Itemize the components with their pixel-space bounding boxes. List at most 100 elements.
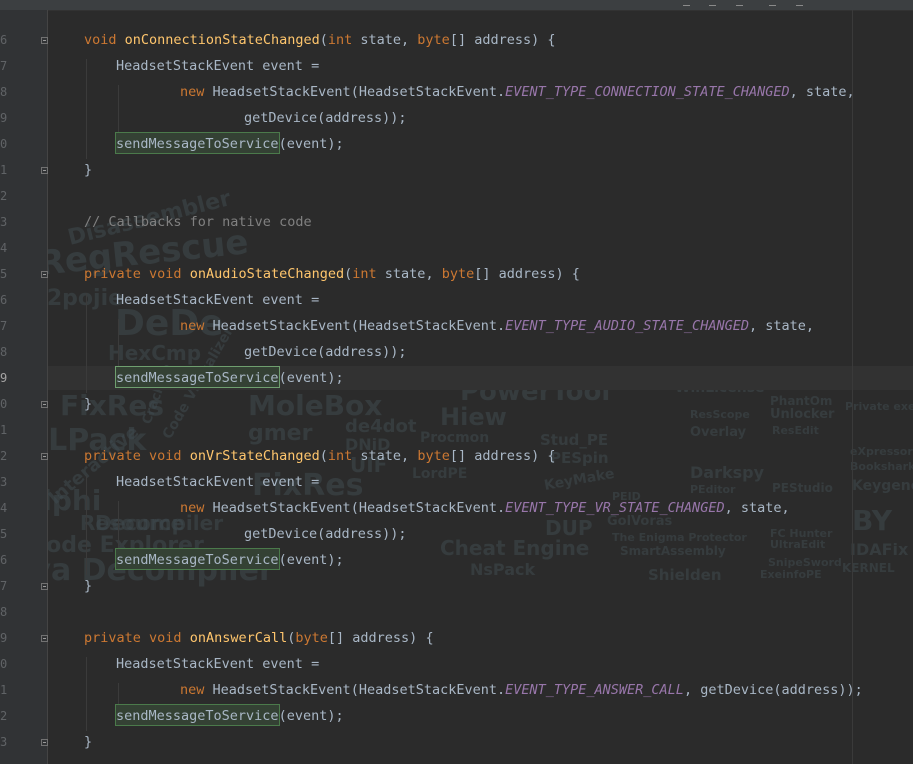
editor-top-toolbar: [0, 0, 913, 11]
code-line-argument[interactable]: getDevice(address));: [244, 339, 407, 365]
line-number: 7: [0, 579, 8, 593]
fold-marker-icon[interactable]: [41, 635, 48, 642]
line-number: 0: [0, 657, 8, 671]
line-number: 7: [0, 319, 8, 333]
code-line-constructor[interactable]: new HeadsetStackEvent(HeadsetStackEvent.…: [180, 495, 790, 521]
watermark-word: PEStudio: [772, 481, 833, 495]
fold-marker-icon[interactable]: [41, 167, 48, 174]
keyword-new: new: [180, 500, 205, 516]
highlighted-usage[interactable]: sendMessageToService: [115, 366, 280, 388]
fold-marker-icon[interactable]: [41, 453, 48, 460]
code-token: state,: [352, 32, 418, 48]
code-line-method-signature[interactable]: private void onVrStateChanged(int state,…: [84, 443, 556, 469]
indent-guide: [118, 319, 119, 371]
watermark-word: Resource: [80, 511, 184, 535]
fold-marker-icon[interactable]: [41, 271, 48, 278]
code-token: [] address) {: [449, 32, 556, 48]
code-token: , state,: [748, 318, 814, 334]
code-token: HeadsetStackEvent(HeadsetStackEvent.: [204, 84, 506, 100]
code-line-method-signature[interactable]: private void onAudioStateChanged(int sta…: [84, 261, 580, 287]
constant-name: EVENT_TYPE_VR_STATE_CHANGED: [505, 500, 725, 516]
right-margin-guide: [852, 10, 853, 764]
method-name: onAudioStateChanged: [189, 266, 345, 282]
indent-guide: [86, 59, 87, 159]
keyword-private: private: [84, 266, 141, 282]
code-token: [] address) {: [474, 266, 580, 282]
toolbar-icon-3[interactable]: [736, 0, 743, 6]
toolbar-icon-5[interactable]: [796, 0, 803, 6]
code-line-close-brace[interactable]: }: [84, 157, 92, 183]
code-token: getDevice(address));: [244, 344, 407, 360]
method-name: onVrStateChanged: [189, 448, 320, 464]
code-token: HeadsetStackEvent event =: [116, 58, 320, 74]
code-line-send[interactable]: sendMessageToService(event);: [115, 365, 344, 391]
toolbar-icon-1[interactable]: [683, 0, 690, 6]
keyword-new: new: [180, 84, 205, 100]
keyword-void: void: [149, 630, 182, 646]
code-line-declaration[interactable]: HeadsetStackEvent event =: [116, 287, 319, 313]
comment-text: // Callbacks for native code: [84, 214, 312, 230]
code-line-declaration[interactable]: HeadsetStackEvent event =: [116, 53, 319, 79]
constant-name: EVENT_TYPE_CONNECTION_STATE_CHANGED: [505, 84, 790, 100]
code-token: (event);: [278, 552, 344, 568]
watermark-word: ResEdit: [772, 424, 819, 437]
code-line-send[interactable]: sendMessageToService(event);: [115, 703, 344, 729]
fold-marker-icon[interactable]: [41, 739, 48, 746]
toolbar-icon-2[interactable]: [709, 0, 716, 6]
watermark-word: eXpressor: [850, 445, 913, 458]
code-token: }: [84, 734, 93, 750]
indent-guide: [118, 501, 119, 553]
code-line-close-brace[interactable]: }: [84, 573, 92, 599]
code-token: }: [84, 578, 93, 594]
fold-marker-icon[interactable]: [41, 37, 48, 44]
watermark-word: KERNEL: [842, 561, 895, 575]
keyword-void: void: [84, 32, 117, 48]
code-line-declaration[interactable]: HeadsetStackEvent event =: [116, 651, 319, 677]
watermark-word: Bookshark: [850, 460, 913, 473]
code-line-close-brace[interactable]: }: [84, 391, 92, 417]
line-number: 1: [0, 423, 8, 437]
watermark-word: Shielden: [648, 566, 722, 584]
code-token: HeadsetStackEvent(HeadsetStackEvent.: [204, 318, 506, 334]
code-token: (: [319, 448, 328, 464]
watermark-word: ExeinfoPE: [760, 568, 822, 581]
code-token: (: [319, 32, 328, 48]
code-token: , state,: [789, 84, 855, 100]
watermark-word: ResScope: [690, 408, 750, 421]
code-line-method-signature[interactable]: private void onAnswerCall(byte[] address…: [84, 625, 434, 651]
highlighted-usage[interactable]: sendMessageToService: [115, 704, 280, 726]
line-number: 4: [0, 241, 8, 255]
keyword-int: int: [352, 266, 377, 282]
line-number: 9: [0, 111, 8, 125]
indent-guide: [86, 657, 87, 731]
line-number: 3: [0, 475, 8, 489]
code-token: [] address) {: [449, 448, 556, 464]
code-line-argument[interactable]: getDevice(address));: [244, 105, 407, 131]
keyword-new: new: [180, 318, 205, 334]
code-line-close-brace[interactable]: }: [84, 729, 92, 755]
code-token: state,: [352, 448, 418, 464]
code-token: HeadsetStackEvent(HeadsetStackEvent.: [204, 682, 506, 698]
code-editor[interactable]: OllyDeDeRegRescueDisassemblerin.52pojieH…: [0, 0, 913, 764]
code-line-constructor[interactable]: new HeadsetStackEvent(HeadsetStackEvent.…: [180, 79, 855, 105]
code-line-constructor[interactable]: new HeadsetStackEvent(HeadsetStackEvent.…: [180, 677, 863, 703]
highlighted-usage[interactable]: sendMessageToService: [115, 132, 280, 154]
line-number: 6: [0, 33, 8, 47]
code-token: (event);: [278, 136, 344, 152]
keyword-private: private: [84, 448, 141, 464]
fold-marker-icon[interactable]: [41, 583, 48, 590]
code-line-send[interactable]: sendMessageToService(event);: [115, 131, 344, 157]
code-line-method-signature[interactable]: void onConnectionStateChanged(int state,…: [84, 27, 555, 53]
watermark-word: PESpin: [550, 449, 609, 467]
highlighted-usage[interactable]: sendMessageToService: [115, 548, 280, 570]
code-line-send[interactable]: sendMessageToService(event);: [115, 547, 344, 573]
code-token: HeadsetStackEvent(HeadsetStackEvent.: [204, 500, 506, 516]
toolbar-icon-4[interactable]: [769, 0, 776, 6]
code-line-argument[interactable]: getDevice(address));: [244, 521, 407, 547]
method-name: onAnswerCall: [189, 630, 288, 646]
fold-marker-icon[interactable]: [41, 401, 48, 408]
code-line-comment[interactable]: // Callbacks for native code: [84, 209, 312, 235]
code-line-constructor[interactable]: new HeadsetStackEvent(HeadsetStackEvent.…: [180, 313, 814, 339]
keyword-void: void: [149, 448, 182, 464]
code-line-declaration[interactable]: HeadsetStackEvent event =: [116, 469, 319, 495]
